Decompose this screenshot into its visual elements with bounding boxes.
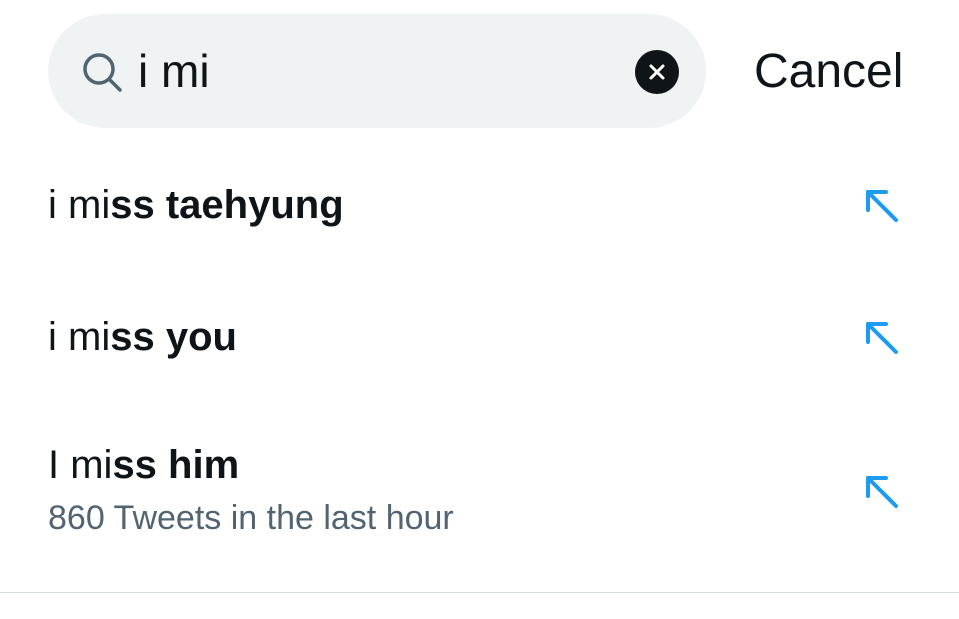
suggestion-row[interactable]: i miss taehyung [0, 150, 959, 270]
completion-text-bold: you [154, 315, 237, 359]
suggestion-label: i miss taehyung [48, 180, 344, 230]
arrow-up-left-icon[interactable] [862, 472, 902, 512]
suggestion-row[interactable]: i miss you [0, 280, 959, 400]
divider [0, 592, 959, 593]
typed-prefix: I mi [48, 443, 113, 487]
typed-prefix: i mi [48, 315, 111, 359]
typed-prefix: i mi [48, 183, 111, 227]
completion-text: ss [112, 443, 157, 487]
clear-icon [649, 64, 665, 80]
arrow-up-left-icon[interactable] [862, 186, 902, 226]
completion-text: ss [110, 183, 155, 227]
clear-search-button[interactable] [635, 50, 679, 94]
completion-text-bold: him [156, 443, 240, 487]
search-bar[interactable] [48, 14, 706, 128]
arrow-up-left-icon[interactable] [862, 318, 902, 358]
search-screen: Cancel i miss taehyung i miss you I miss… [0, 0, 959, 619]
suggestion-row[interactable]: I miss him 860 Tweets in the last hour [0, 410, 959, 570]
cancel-button[interactable]: Cancel [754, 42, 903, 102]
completion-text: ss [110, 315, 155, 359]
suggestion-label: I miss him [48, 440, 239, 490]
completion-text-bold: taehyung [154, 183, 344, 227]
search-icon [80, 50, 124, 94]
suggestion-label: i miss you [48, 312, 237, 362]
search-input[interactable] [138, 36, 608, 106]
suggestion-tweet-count: 860 Tweets in the last hour [48, 499, 454, 537]
